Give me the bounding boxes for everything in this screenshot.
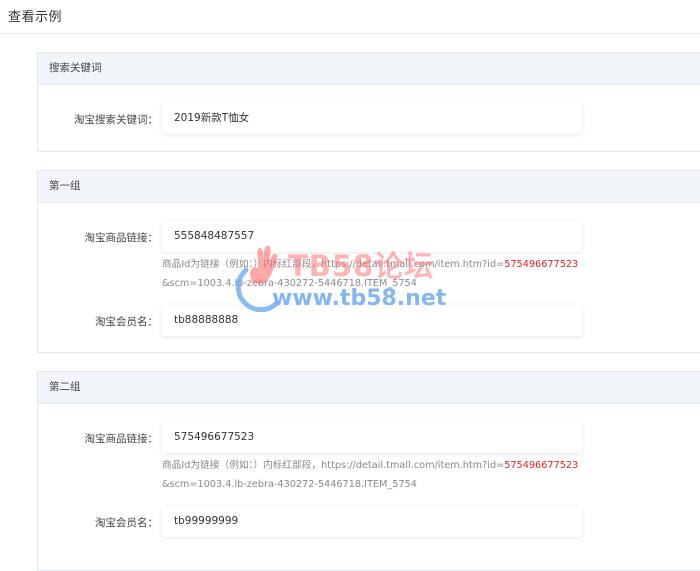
product-id-hint: 商品Id为链接（例如：）内标红部段，https://detail.tmall.c… [162,456,700,494]
watermark: TB58论坛 www.tb58.net [236,240,496,320]
watermark-url: www.tb58.net [272,286,447,311]
product-link-field[interactable]: 575496677523 [162,422,582,453]
hint-line-1: 商品Id为链接（例如：）内标红部段，https://detail.tmall.c… [162,460,579,471]
member-name-label: 淘宝会员名： [95,316,158,328]
section-group-2: 第二组 淘宝商品链接： 575496677523 商品Id为链接（例如：）内标红… [37,371,700,571]
hint-line-2: &scm=1003.4.lb-zebra-430272-5446718.ITEM… [162,479,417,490]
section-search-keyword: 搜索关键词 淘宝搜索关键词： 2019新款T恤女 [37,52,700,152]
keyword-label: 淘宝搜索关键词： [74,114,158,126]
member-name-label: 淘宝会员名： [95,517,158,529]
section-header: 第二组 [38,372,700,404]
hint-highlight: 575496677523 [504,460,579,471]
product-link-label: 淘宝商品链接： [84,232,159,244]
product-link-label: 淘宝商品链接： [84,433,159,445]
hint-highlight: 575496677523 [504,259,579,270]
keyword-field[interactable]: 2019新款T恤女 [162,103,582,134]
title-divider [0,33,700,34]
watermark-brand: TB58论坛 [288,249,435,283]
member-name-field[interactable]: tb99999999 [162,506,582,537]
section-header: 搜索关键词 [38,53,700,85]
page-title: 查看示例 [8,10,63,25]
section-header: 第一组 [38,171,700,203]
